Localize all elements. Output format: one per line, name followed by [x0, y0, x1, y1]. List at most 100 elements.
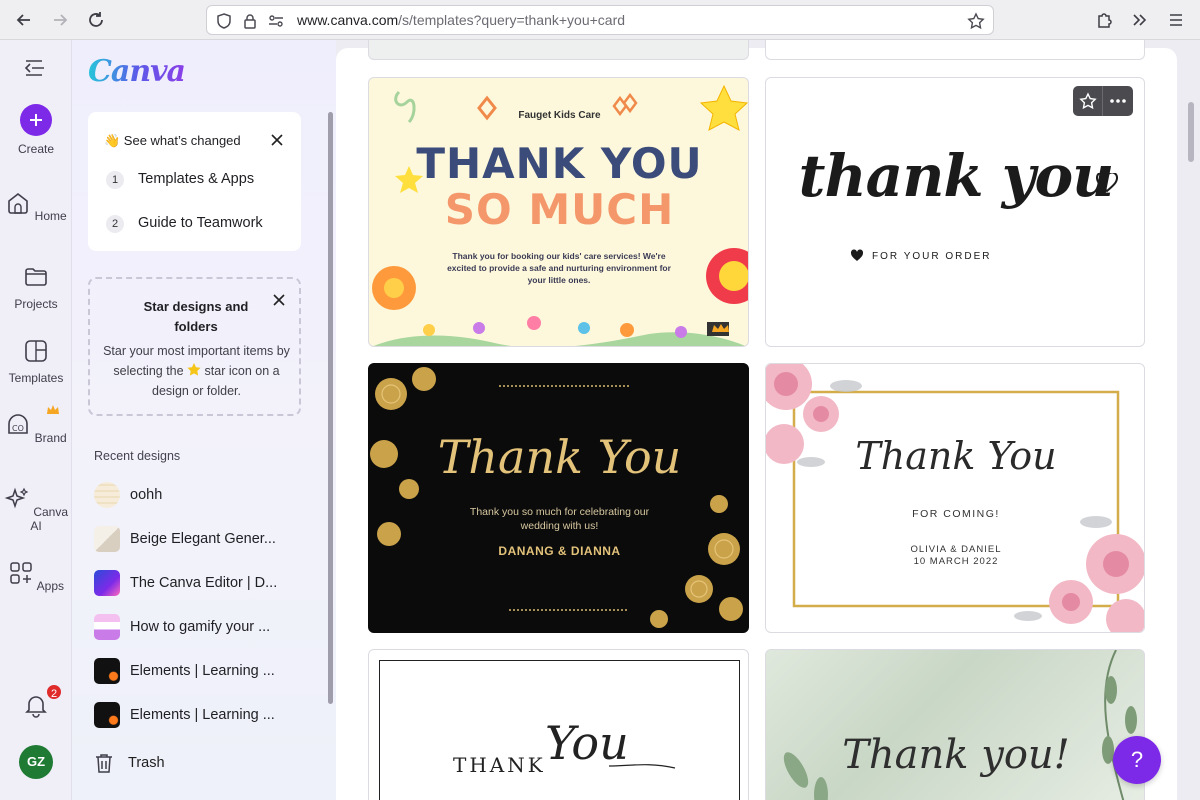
gold-roses-artwork	[370, 367, 743, 628]
brand-icon: CO	[8, 414, 29, 434]
rail-home[interactable]: Home	[0, 190, 72, 223]
rail-apps[interactable]: Apps	[0, 560, 72, 593]
recent-design-label: Elements | Learning ...	[130, 707, 275, 723]
kids-care-heading-1: THANK YOU	[416, 139, 703, 188]
recent-design-item[interactable]: Beige Elegant Gener...	[94, 525, 276, 553]
plus-icon	[20, 104, 52, 136]
notifications-button[interactable]	[23, 692, 49, 723]
rail-create-label: Create	[17, 142, 55, 156]
star-icon	[187, 363, 201, 376]
rail-brand[interactable]: CO Brand	[0, 405, 72, 445]
reload-button[interactable]	[84, 8, 108, 32]
rail-home-label: Home	[34, 209, 67, 223]
help-button[interactable]: ?	[1113, 736, 1161, 784]
tile-actions	[1073, 86, 1133, 116]
template-tile[interactable]	[368, 40, 749, 60]
more-icon	[1110, 99, 1126, 103]
recent-design-label: Beige Elegant Gener...	[130, 531, 276, 547]
watercolor-script: Thank you!	[842, 732, 1070, 778]
kids-care-heading-2: SO MUCH	[444, 185, 675, 234]
recent-design-label: Elements | Learning ...	[130, 663, 275, 679]
page-scrollbar[interactable]	[1188, 102, 1194, 162]
floral-date: 10 MARCH 2022	[913, 556, 999, 567]
template-tile-kids-care[interactable]: Fauget Kids Care THANK YOU SO MUCH Thank…	[368, 77, 749, 347]
forward-button[interactable]	[48, 8, 72, 32]
arrow-right-icon	[54, 14, 68, 26]
template-tile-watercolor[interactable]: Thank you!	[765, 649, 1145, 800]
design-thumbnail	[94, 526, 120, 552]
recent-design-item[interactable]: The Canva Editor | D...	[94, 569, 277, 597]
overflow-chevron-button[interactable]	[1128, 8, 1152, 32]
pink-floral-artwork	[766, 364, 1144, 632]
recent-design-label: The Canva Editor | D...	[130, 575, 278, 591]
collapse-sidebar-button[interactable]	[24, 57, 48, 84]
recent-design-item[interactable]: How to gamify your ...	[94, 613, 270, 641]
puzzle-icon	[1098, 13, 1112, 28]
template-tile-order[interactable]: thank you FOR YOUR ORDER	[765, 77, 1145, 347]
address-bar[interactable]: www.canva.com/s/templates?query=thank+yo…	[206, 5, 994, 35]
rail-projects-label: Projects	[14, 297, 58, 311]
site-settings-icon	[269, 15, 283, 27]
templates-icon	[25, 340, 47, 362]
whats-changed-title: 👋 See what’s changed	[104, 133, 241, 148]
minimal-flourish	[609, 764, 676, 769]
rail-templates[interactable]: Templates	[0, 338, 72, 385]
recent-design-item[interactable]: Elements | Learning ...	[94, 701, 275, 729]
menu-button[interactable]	[1164, 8, 1188, 32]
floral-subtitle: FOR COMING!	[912, 508, 1000, 520]
star-outline-icon	[1078, 92, 1097, 110]
recent-design-item[interactable]: Elements | Learning ...	[94, 657, 275, 685]
template-tile-floral[interactable]: Thank You FOR COMING! OLIVIA & DANIEL 10…	[765, 363, 1145, 633]
order-script: thank you	[798, 142, 1115, 210]
rail-templates-label: Templates	[8, 371, 64, 385]
design-thumbnail	[94, 482, 120, 508]
avatar[interactable]: GZ	[19, 745, 53, 779]
kids-care-body: Thank you for booking our kids' care ser…	[447, 251, 671, 285]
template-tile[interactable]	[765, 40, 1145, 60]
recent-designs-heading: Recent designs	[94, 449, 181, 463]
floral-script: Thank You	[855, 434, 1057, 478]
panel-scrollbar[interactable]	[328, 112, 333, 704]
rail-canva-ai[interactable]: Canva AI	[0, 486, 72, 533]
order-subtitle: FOR YOUR ORDER	[872, 251, 992, 262]
close-icon[interactable]	[272, 293, 286, 307]
close-icon[interactable]	[270, 133, 284, 147]
template-tile-wedding[interactable]: Thank You Thank you so much for celebrat…	[368, 363, 749, 633]
step-guide-teamwork[interactable]: 2 Guide to Teamwork	[106, 215, 263, 233]
apps-grid-icon	[10, 562, 32, 584]
trash-label: Trash	[128, 755, 165, 771]
hamburger-icon	[1170, 14, 1182, 26]
kids-care-brand: Fauget Kids Care	[518, 110, 601, 121]
shield-icon	[217, 13, 231, 29]
home-icon	[8, 192, 29, 214]
left-rail: Create Home Projects Templates CO Brand …	[0, 40, 72, 800]
wedding-body: Thank you so much for celebrating our we…	[469, 506, 650, 532]
canva-logo[interactable]: Canva	[88, 54, 186, 89]
trash-icon	[96, 754, 112, 773]
rail-projects[interactable]: Projects	[0, 264, 72, 311]
whats-changed-card: 👋 See what’s changed 1 Templates & Apps 2…	[88, 112, 301, 251]
sidebar-collapse-icon	[24, 60, 44, 76]
heart-icon	[850, 249, 864, 261]
design-thumbnail	[94, 570, 120, 596]
extensions-button[interactable]	[1092, 8, 1116, 32]
star-template-button[interactable]	[1073, 86, 1103, 116]
step-templates-apps[interactable]: 1 Templates & Apps	[106, 171, 254, 189]
svg-text:CO: CO	[12, 424, 24, 433]
double-chevron-icon	[1133, 14, 1147, 26]
star-designs-card: Star designs and folders Star your most …	[88, 277, 301, 416]
crown-icon	[47, 405, 59, 414]
bookmark-star-icon[interactable]	[967, 12, 985, 30]
sparkles-icon	[4, 487, 29, 509]
trash-link[interactable]: Trash	[94, 752, 165, 774]
more-options-button[interactable]	[1103, 86, 1133, 116]
back-button[interactable]	[12, 8, 36, 32]
template-tile-minimal[interactable]: THANK You	[368, 649, 749, 800]
recent-design-label: oohh	[130, 487, 163, 503]
recent-design-item[interactable]: oohh	[94, 481, 162, 509]
rail-create[interactable]: Create	[0, 104, 72, 156]
step-number: 1	[106, 171, 124, 189]
design-thumbnail	[94, 702, 120, 728]
wedding-names: DANANG & DIANNA	[498, 544, 621, 558]
step-label: Templates & Apps	[138, 171, 255, 187]
